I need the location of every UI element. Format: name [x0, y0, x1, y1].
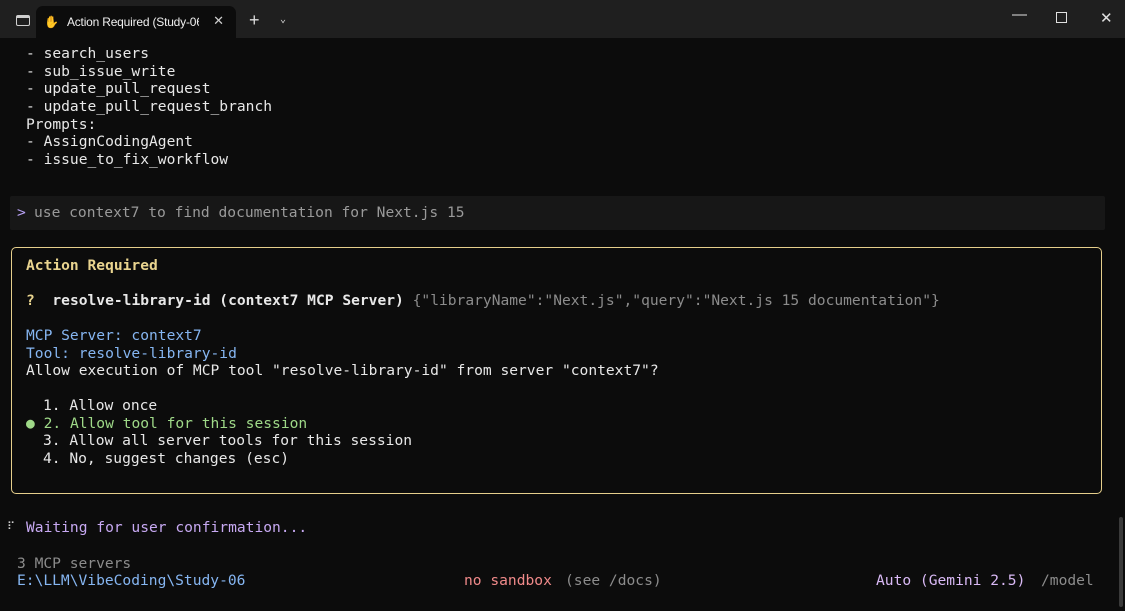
chevron-down-icon[interactable]: ⌄: [280, 14, 286, 25]
selected-bullet-icon: ●: [26, 415, 35, 432]
option-allow-session[interactable]: ● 2. Allow tool for this session: [26, 415, 307, 433]
tab-action-required[interactable]: ✋ Action Required (Study-06) ✕: [36, 6, 236, 38]
option-suggest-changes[interactable]: 4. No, suggest changes (esc): [43, 450, 289, 468]
model-name: Auto (Gemini 2.5): [876, 572, 1026, 589]
see-docs-hint: (see /docs): [565, 572, 662, 589]
tab-title: Action Required (Study-06): [66, 15, 199, 29]
action-required-dialog: Action Required ? resolve-library-id (co…: [11, 247, 1102, 494]
output-line: Prompts:: [26, 116, 97, 133]
option-label: 2. Allow tool for this session: [43, 415, 308, 432]
hand-icon: ✋: [44, 15, 59, 29]
output-line: - issue_to_fix_workflow: [26, 151, 229, 168]
output-line: - update_pull_request: [26, 80, 211, 97]
permission-question: Allow execution of MCP tool "resolve-lib…: [26, 362, 659, 379]
close-window-button[interactable]: ✕: [1100, 9, 1113, 27]
option-allow-all[interactable]: 3. Allow all server tools for this sessi…: [43, 432, 412, 450]
output-line: - sub_issue_write: [26, 63, 176, 80]
output-line: - update_pull_request_branch: [26, 98, 273, 115]
output-line: - AssignCodingAgent: [26, 133, 193, 150]
spinner-icon: ⠏: [7, 520, 16, 533]
terminal-icon: [16, 15, 30, 26]
sandbox-status: no sandbox: [464, 572, 552, 589]
terminal-window: ✋ Action Required (Study-06) ✕ + ⌄ — ✕ -…: [0, 0, 1125, 611]
waiting-status: Waiting for user confirmation...: [26, 519, 308, 536]
new-tab-button[interactable]: +: [249, 10, 260, 31]
scrollbar[interactable]: [1119, 517, 1123, 607]
mcp-server-line: MCP Server: context7: [26, 327, 202, 344]
prompt-caret: >: [17, 204, 26, 221]
close-tab-icon[interactable]: ✕: [213, 13, 224, 29]
mcp-server-count: 3 MCP servers: [17, 555, 132, 572]
working-directory: E:\LLM\VibeCoding\Study-06: [17, 572, 246, 589]
prompt-history-bar: > use context7 to find documentation for…: [10, 196, 1105, 230]
minimize-button[interactable]: —: [1012, 6, 1027, 23]
maximize-button[interactable]: [1056, 12, 1067, 23]
option-allow-once[interactable]: 1. Allow once: [43, 397, 157, 415]
title-bar: ✋ Action Required (Study-06) ✕ + ⌄ — ✕: [0, 0, 1125, 38]
tool-call-args: {"libraryName":"Next.js","query":"Next.j…: [412, 292, 940, 309]
dialog-title: Action Required: [26, 257, 158, 274]
output-line: - search_users: [26, 45, 150, 62]
tool-call-line: ? resolve-library-id (context7 MCP Serve…: [26, 292, 940, 310]
model-command-hint: /model: [1041, 572, 1094, 589]
tool-call-name: resolve-library-id (context7 MCP Server): [52, 292, 404, 309]
tool-line: Tool: resolve-library-id: [26, 345, 237, 362]
question-mark: ?: [26, 292, 35, 309]
prompt-text: use context7 to find documentation for N…: [34, 204, 465, 221]
